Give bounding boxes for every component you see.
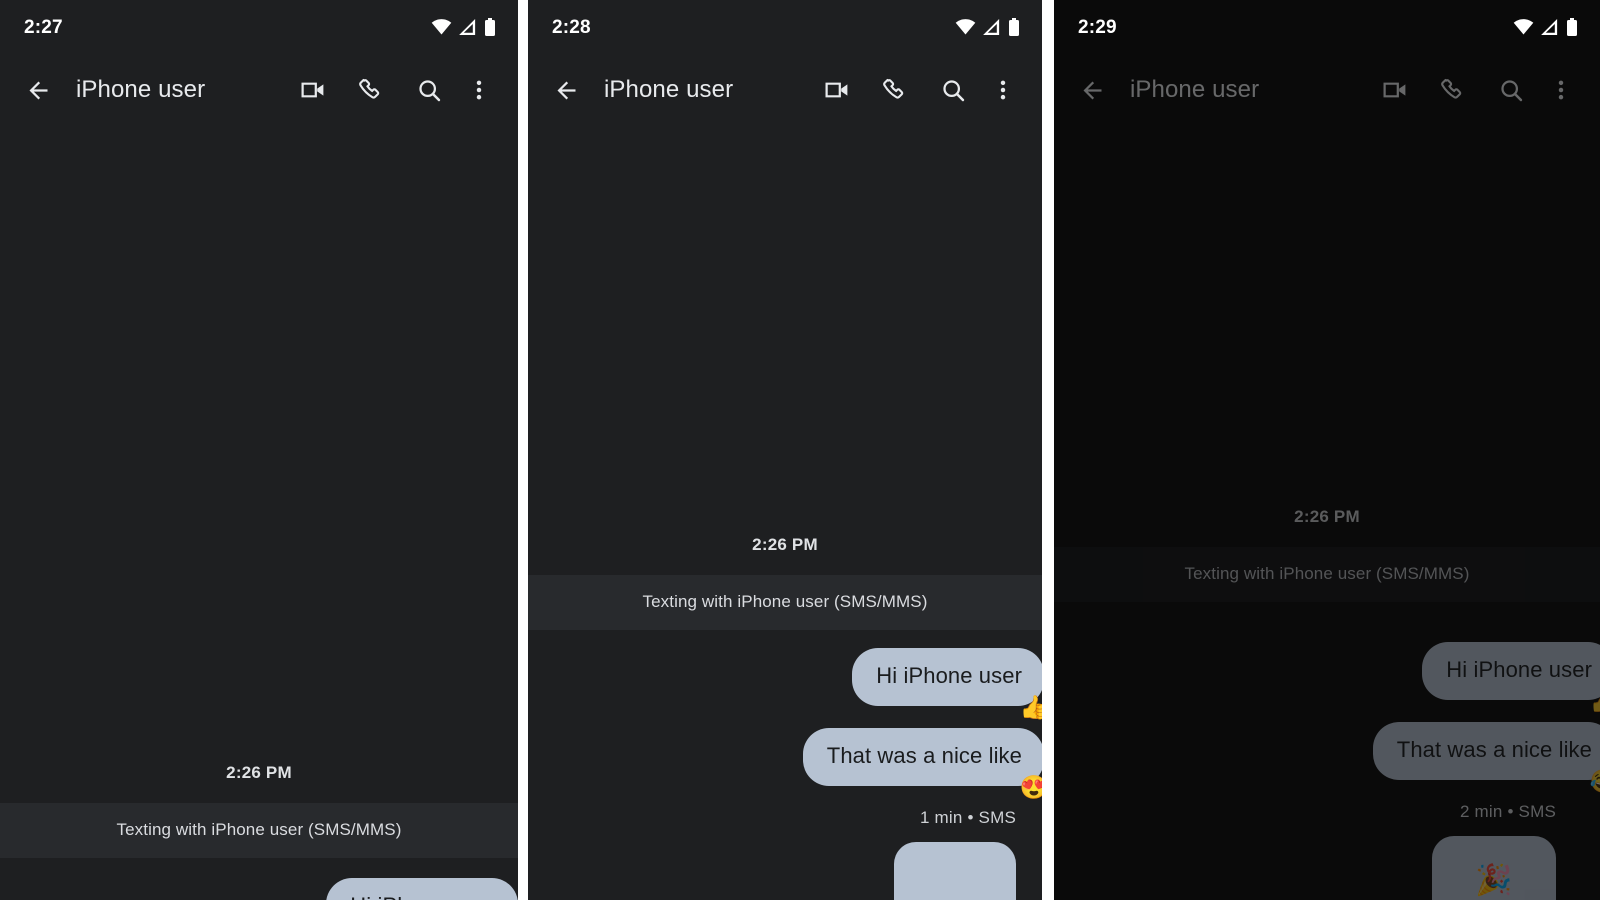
status-bar: 2:28 <box>528 0 1042 54</box>
video-call-button[interactable] <box>1366 66 1424 114</box>
message-status: 1 min • SMS <box>919 808 1016 827</box>
message-text: Hi iPhone user <box>876 663 1022 688</box>
message-text: That was a nice like <box>826 743 1022 768</box>
reaction-badge[interactable]: 👍 <box>1018 691 1042 723</box>
phone-screen-3: 2:29 iPhone user 2:26 PM Texting with iP… <box>1054 0 1600 900</box>
reaction-badge[interactable]: 😂 <box>1588 765 1600 797</box>
battery-icon <box>1008 18 1020 36</box>
search-button[interactable] <box>1482 66 1540 114</box>
wifi-icon <box>1513 19 1534 35</box>
thread-daystamp: 2:26 PM <box>752 535 818 554</box>
screenshot-stage: 2:27 iPhone user 2:26 PM Texting with iP… <box>0 0 1600 900</box>
thread-daystamp: 2:26 PM <box>1294 507 1360 526</box>
search-button[interactable] <box>400 66 458 114</box>
status-icons <box>431 18 496 36</box>
sms-service-banner: Texting with iPhone user (SMS/MMS) <box>528 575 1042 630</box>
conversation-app-bar: iPhone user <box>0 54 518 126</box>
phone-screen-1: 2:27 iPhone user 2:26 PM Texting with iP… <box>0 0 518 900</box>
message-thread[interactable]: 2:26 PM Texting with iPhone user (SMS/MM… <box>528 126 1042 900</box>
cell-signal-icon <box>459 19 477 35</box>
cell-signal-icon <box>983 19 1001 35</box>
thread-daystamp: 2:26 PM <box>226 763 292 782</box>
message-bubble[interactable]: That was a nice like 😂 <box>1372 722 1600 792</box>
conversation-title: iPhone user <box>76 76 206 103</box>
panel-divider-2 <box>1042 0 1054 900</box>
search-button[interactable] <box>924 66 982 114</box>
message-list: Hi iPhone user 👍 That was a nice like 😍 … <box>528 630 1042 900</box>
status-clock: 2:27 <box>24 16 63 38</box>
wifi-icon <box>431 19 452 35</box>
status-clock: 2:28 <box>552 16 591 38</box>
message-list: Hi iPhone user 👍 That was a nice like 😂 … <box>1054 602 1600 900</box>
status-bar: 2:29 <box>1054 0 1600 54</box>
message-row[interactable]: Hi iPhone user 👍 <box>1054 642 1600 712</box>
message-thread[interactable]: 2:26 PM Texting with iPhone user (SMS/MM… <box>0 126 518 900</box>
battery-icon <box>484 18 496 36</box>
sms-service-banner: Texting with iPhone user (SMS/MMS) <box>1054 547 1600 602</box>
message-bubble[interactable]: That was a nice like 😍 <box>802 728 1042 798</box>
message-text: Hi iPhone user <box>1446 657 1592 682</box>
more-options-button[interactable] <box>458 66 500 114</box>
message-row[interactable]: Hi iPhone user <box>0 878 518 900</box>
message-row[interactable]: That was a nice like 😍 <box>528 728 1042 798</box>
message-row[interactable]: 🎉 <box>1054 836 1556 900</box>
video-call-button[interactable] <box>808 66 866 114</box>
phone-call-button[interactable] <box>866 66 924 114</box>
panel-divider-1 <box>518 0 528 900</box>
back-button[interactable] <box>1074 72 1110 108</box>
phone-call-button[interactable] <box>1424 66 1482 114</box>
conversation-app-bar: iPhone user <box>1054 54 1600 126</box>
status-icons <box>955 18 1020 36</box>
message-status: 2 min • SMS <box>1459 802 1556 821</box>
message-row[interactable]: That was a nice like 😂 <box>1054 722 1600 792</box>
app-bar-actions <box>284 66 500 114</box>
back-button[interactable] <box>548 72 584 108</box>
message-text: That was a nice like <box>1396 737 1592 762</box>
message-row[interactable]: Hi iPhone user 👍 <box>528 648 1042 718</box>
message-list: Hi iPhone user <box>0 858 518 900</box>
video-call-button[interactable] <box>284 66 342 114</box>
message-bubble[interactable]: Hi iPhone user 👍 <box>1422 642 1600 712</box>
message-thread[interactable]: 2:26 PM Texting with iPhone user (SMS/MM… <box>1054 126 1600 900</box>
app-bar-actions <box>808 66 1024 114</box>
conversation-title: iPhone user <box>604 76 734 103</box>
phone-screen-2: 2:28 iPhone user 2:26 PM Texting with iP… <box>528 0 1042 900</box>
message-row[interactable] <box>528 842 1016 900</box>
status-bar: 2:27 <box>0 0 518 54</box>
screen-dim-overlay: iPhone user 2:26 PM Texting with iPhone … <box>1054 0 1600 900</box>
battery-icon <box>1566 18 1578 36</box>
more-options-button[interactable] <box>982 66 1024 114</box>
message-bubble[interactable] <box>894 842 1016 900</box>
message-bubble[interactable]: 🎉 <box>1432 836 1556 900</box>
conversation-app-bar: iPhone user <box>528 54 1042 126</box>
reaction-badge[interactable]: 👍 <box>1588 685 1600 717</box>
phone-call-button[interactable] <box>342 66 400 114</box>
message-bubble[interactable]: Hi iPhone user <box>326 878 518 900</box>
sms-service-banner: Texting with iPhone user (SMS/MMS) <box>0 803 518 858</box>
message-bubble[interactable]: Hi iPhone user 👍 <box>852 648 1042 718</box>
cell-signal-icon <box>1541 19 1559 35</box>
wifi-icon <box>955 19 976 35</box>
reaction-badge[interactable]: 😍 <box>1018 771 1042 803</box>
status-clock: 2:29 <box>1078 16 1117 38</box>
more-options-button[interactable] <box>1540 66 1582 114</box>
app-bar-actions <box>1366 66 1582 114</box>
status-icons <box>1513 18 1578 36</box>
back-button[interactable] <box>20 72 56 108</box>
conversation-title: iPhone user <box>1130 76 1260 103</box>
